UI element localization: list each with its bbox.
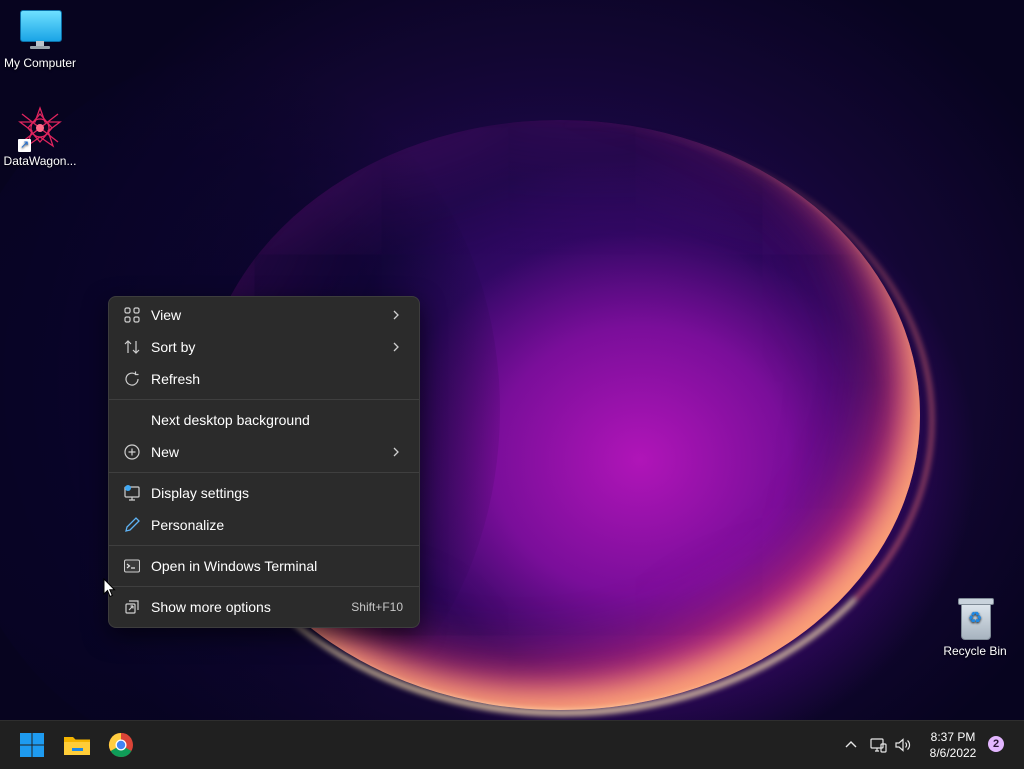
clock-time: 8:37 PM (930, 730, 976, 744)
menu-item-label: Display settings (151, 485, 250, 501)
start-button[interactable] (16, 729, 48, 761)
menu-item-label: View (151, 307, 182, 323)
shortcut-hint: Shift+F10 (351, 600, 403, 614)
desktop-icon-recycle-bin[interactable]: ♻ Recycle Bin (935, 596, 1015, 658)
menu-item-open-terminal[interactable]: Open in Windows Terminal (113, 551, 415, 581)
desktop-icon-datawagon[interactable]: ↗ DataWagon... (0, 106, 80, 168)
refresh-icon (123, 370, 141, 388)
desktop-icon-label: DataWagon... (3, 154, 77, 168)
desktop-icon-label: My Computer (3, 56, 77, 70)
system-clock[interactable]: 8:37 PM 8/6/2022 (918, 729, 988, 761)
menu-item-label: Show more options (151, 599, 271, 615)
desktop-icon-label: Recycle Bin (943, 644, 1007, 658)
volume-button[interactable] (893, 735, 913, 755)
start-icon (16, 733, 48, 765)
menu-item-label: Refresh (151, 371, 201, 387)
menu-item-label: New (151, 444, 180, 460)
menu-item-view[interactable]: View (113, 300, 415, 330)
chevron-up-icon (841, 741, 861, 759)
menu-item-new[interactable]: New (113, 437, 415, 467)
desktop-icon-my-computer[interactable]: My Computer (0, 8, 80, 70)
menu-item-label: Sort by (151, 339, 196, 355)
menu-item-display-settings[interactable]: Display settings (113, 478, 415, 508)
datawagon-app-icon: ↗ (18, 106, 62, 152)
file-explorer-button[interactable] (61, 729, 93, 761)
show-hidden-icons-button[interactable] (841, 735, 861, 755)
menu-item-refresh[interactable]: Refresh (113, 364, 415, 394)
menu-item-personalize[interactable]: Personalize (113, 510, 415, 540)
menu-separator (109, 586, 419, 587)
desktop-context-menu: View Sort by Refresh Next desktop backgr… (108, 296, 420, 628)
menu-item-sort-by[interactable]: Sort by (113, 332, 415, 362)
shortcut-arrow-icon: ↗ (18, 139, 31, 152)
grid-view-icon (123, 306, 141, 324)
menu-item-label: Next desktop background (151, 412, 310, 428)
file-explorer-icon (61, 737, 93, 765)
chevron-right-icon (389, 443, 403, 461)
menu-separator (109, 545, 419, 546)
plus-circle-icon (123, 443, 141, 461)
menu-item-next-desktop-background[interactable]: Next desktop background (113, 405, 415, 435)
display-icon (123, 484, 141, 502)
clock-date: 8/6/2022 (929, 746, 977, 760)
terminal-icon (123, 557, 141, 575)
chevron-right-icon (389, 306, 403, 324)
menu-item-label: Open in Windows Terminal (151, 558, 318, 574)
recycle-bin-icon: ♻ (953, 596, 997, 640)
sort-icon (123, 338, 141, 356)
menu-separator (109, 399, 419, 400)
notification-badge[interactable]: 2 (988, 736, 1004, 752)
menu-item-show-more-options[interactable]: Show more options Shift+F10 (113, 592, 415, 622)
pen-icon (123, 516, 141, 534)
chrome-icon (105, 733, 137, 765)
menu-item-label: Personalize (151, 517, 225, 533)
volume-icon (893, 738, 913, 759)
chrome-button[interactable] (105, 729, 137, 761)
network-icon (868, 738, 888, 759)
mouse-cursor-icon (103, 577, 117, 598)
menu-separator (109, 472, 419, 473)
network-button[interactable] (868, 735, 888, 755)
taskbar: 8:37 PM 8/6/2022 2 (0, 720, 1024, 769)
chevron-right-icon (389, 338, 403, 356)
more-options-icon (123, 598, 141, 616)
computer-icon (18, 8, 62, 52)
